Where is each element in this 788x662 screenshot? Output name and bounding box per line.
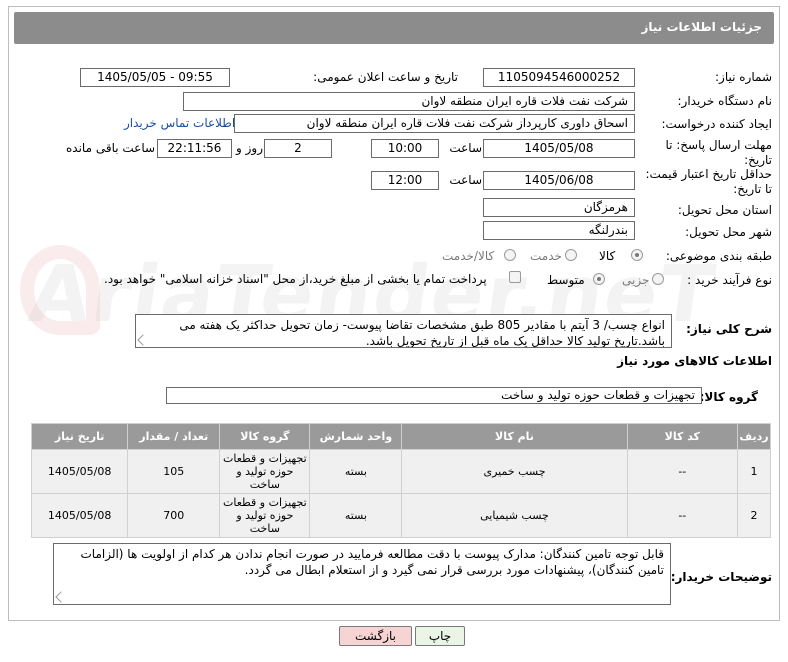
validity-time-field[interactable]: 12:00 (371, 171, 439, 190)
reply-deadline-label-2: تاریخ: (744, 153, 772, 167)
cell-row: 1 (737, 449, 771, 494)
cell-name: چسب خمیری (401, 449, 628, 494)
treasury-payment-note: پرداخت تمام یا بخشی از مبلغ خرید،از محل … (104, 272, 487, 286)
category-radio-goods[interactable] (631, 249, 643, 261)
purchase-option-minor: جزیی (622, 273, 650, 287)
category-radio-service[interactable] (565, 249, 577, 261)
validity-date-field[interactable]: 1405/06/08 (483, 171, 635, 190)
purchase-radio-minor[interactable] (652, 273, 664, 285)
header-bar: جزئیات اطلاعات نیاز (14, 12, 774, 44)
resize-grip-icon[interactable] (55, 591, 67, 603)
buyer-notes-textarea[interactable]: قابل توجه تامین کنندگان: مدارک پیوست با … (53, 543, 671, 605)
goods-group-label: گروه کالا: (699, 390, 758, 404)
requester-field[interactable]: اسحاق داوری کارپرداز شرکت نفت فلات قاره … (234, 114, 635, 133)
cell-date: 1405/05/08 (30, 493, 129, 538)
delivery-city-field[interactable]: بندرلنگه (483, 221, 635, 240)
reply-date-field[interactable]: 1405/05/08 (483, 139, 635, 158)
cell-group: تجهیزات و قطعات حوزه تولید و ساخت (219, 449, 311, 494)
col-date: تاریخ نیاز (30, 423, 129, 450)
buyer-notes-text: قابل توجه تامین کنندگان: مدارک پیوست با … (80, 547, 664, 577)
delivery-city-label: شهر محل تحویل: (685, 225, 772, 239)
goods-table: ردیف کد کالا نام کالا واحد شمارش گروه کا… (30, 423, 771, 538)
cell-qty: 105 (127, 449, 221, 494)
table-header-row: ردیف کد کالا نام کالا واحد شمارش گروه کا… (30, 423, 771, 450)
buyer-org-field[interactable]: شرکت نفت فلات قاره ایران منطقه لاوان (183, 92, 635, 111)
cell-unit: بسته (309, 449, 403, 494)
delivery-province-field[interactable]: هرمزگان (483, 198, 635, 217)
category-radio-goods-service[interactable] (504, 249, 516, 261)
goods-info-heading: اطلاعات کالاهای مورد نیاز (617, 354, 772, 368)
col-row: ردیف (737, 423, 771, 450)
page-title: جزئیات اطلاعات نیاز (641, 20, 762, 34)
announce-datetime-field[interactable]: 1405/05/05 - 09:55 (80, 68, 230, 87)
treasury-payment-checkbox[interactable] (509, 271, 521, 283)
day-and-label: روز و (236, 141, 263, 155)
col-name: نام کالا (401, 423, 628, 450)
reply-time-field[interactable]: 10:00 (371, 139, 439, 158)
buyer-notes-label: توضیحات خریدار: (670, 570, 772, 584)
category-option-service: خدمت (530, 249, 562, 263)
need-number-label: شماره نیاز: (715, 70, 772, 84)
validity-time-label: ساعت (449, 173, 482, 187)
delivery-province-label: استان محل تحویل: (677, 203, 772, 217)
general-desc-text: انواع چسب/ 3 آیتم با مقادیر 805 طبق مشخص… (179, 318, 665, 348)
cell-unit: بسته (309, 493, 403, 538)
buyer-org-label: نام دستگاه خریدار: (677, 94, 773, 108)
reply-deadline-label-1: مهلت ارسال پاسخ: تا (665, 138, 772, 152)
general-desc-label: شرح کلی نیاز: (686, 322, 772, 336)
reply-time-label: ساعت (449, 141, 482, 155)
general-desc-textarea[interactable]: انواع چسب/ 3 آیتم با مقادیر 805 طبق مشخص… (135, 314, 672, 348)
purchase-radio-medium[interactable] (593, 273, 605, 285)
cell-code: -- (626, 449, 739, 494)
cell-name: چسب شیمیایی (401, 493, 628, 538)
category-option-goods-service: کالا/خدمت (442, 249, 495, 263)
cell-row: 2 (737, 493, 771, 538)
resize-grip-icon[interactable] (137, 334, 149, 346)
goods-group-field[interactable]: تجهیزات و قطعات حوزه تولید و ساخت (166, 387, 702, 404)
buyer-contact-link[interactable]: اطلاعات تماس خریدار (124, 116, 235, 130)
reply-days-field[interactable]: 2 (264, 139, 332, 158)
announce-datetime-label: تاریخ و ساعت اعلان عمومی: (313, 70, 458, 84)
cell-date: 1405/05/08 (30, 449, 129, 494)
cell-qty: 700 (127, 493, 221, 538)
table-row[interactable]: 1 -- چسب خمیری بسته تجهیزات و قطعات حوزه… (30, 449, 771, 494)
need-number-field[interactable]: 1105094546000252 (483, 68, 635, 87)
purchase-type-label: نوع فرآیند خرید : (687, 273, 772, 287)
validity-label-1: حداقل تاریخ اعتبار قیمت: (645, 167, 772, 181)
reply-remaining-field[interactable]: 22:11:56 (157, 139, 232, 158)
requester-label: ایجاد کننده درخواست: (661, 117, 772, 131)
category-option-goods: کالا (599, 249, 616, 263)
back-button[interactable]: بازگشت (339, 626, 412, 646)
hours-left-label: ساعت باقی مانده (66, 141, 156, 155)
print-button[interactable]: چاپ (415, 626, 465, 646)
purchase-option-medium: متوسط (547, 273, 585, 287)
cell-group: تجهیزات و قطعات حوزه تولید و ساخت (219, 493, 311, 538)
validity-label-2: تا تاریخ: (733, 182, 772, 196)
cell-code: -- (626, 493, 739, 538)
col-unit: واحد شمارش (309, 423, 403, 450)
col-code: کد کالا (626, 423, 739, 450)
col-qty: تعداد / مقدار (127, 423, 221, 450)
category-label: طبقه بندی موضوعی: (665, 249, 772, 263)
col-group: گروه کالا (219, 423, 311, 450)
table-row[interactable]: 2 -- چسب شیمیایی بسته تجهیزات و قطعات حو… (30, 493, 771, 538)
